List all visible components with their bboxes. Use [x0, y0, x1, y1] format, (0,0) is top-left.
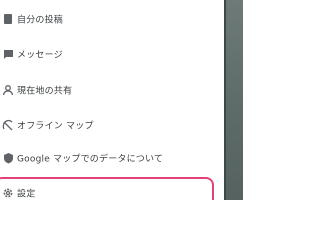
menu-item-posts[interactable]: 自分の投稿 — [0, 2, 224, 36]
menu-item-data-in-maps[interactable]: Google マップでのデータについて — [0, 141, 224, 175]
menu-item-label: メッセージ — [17, 50, 63, 61]
menu-item-location-sharing[interactable]: 現在地の共有 — [0, 73, 224, 107]
menu-item-offline-maps[interactable]: オフライン マップ — [0, 108, 224, 142]
map-background-edge — [224, 0, 243, 200]
menu-item-label: Google マップでのデータについて — [17, 154, 164, 165]
menu-item-settings[interactable]: 設定 — [0, 176, 224, 200]
menu-item-label: 設定 — [17, 189, 36, 200]
screen: 自分の投稿 メッセージ 現在地の共有 オフライン マップ Google マップで… — [0, 0, 243, 200]
menu-item-label: オフライン マップ — [17, 121, 94, 132]
location-share-icon — [2, 84, 14, 96]
settings-icon — [2, 187, 14, 199]
data-icon — [2, 152, 14, 164]
posts-icon — [2, 13, 14, 25]
menu-item-label: 現在地の共有 — [17, 86, 73, 97]
message-icon — [2, 48, 14, 60]
side-menu-drawer: 自分の投稿 メッセージ 現在地の共有 オフライン マップ Google マップで… — [0, 0, 224, 200]
menu-item-label: 自分の投稿 — [17, 15, 64, 26]
offline-map-icon — [2, 119, 14, 131]
menu-item-messages[interactable]: メッセージ — [0, 37, 224, 71]
